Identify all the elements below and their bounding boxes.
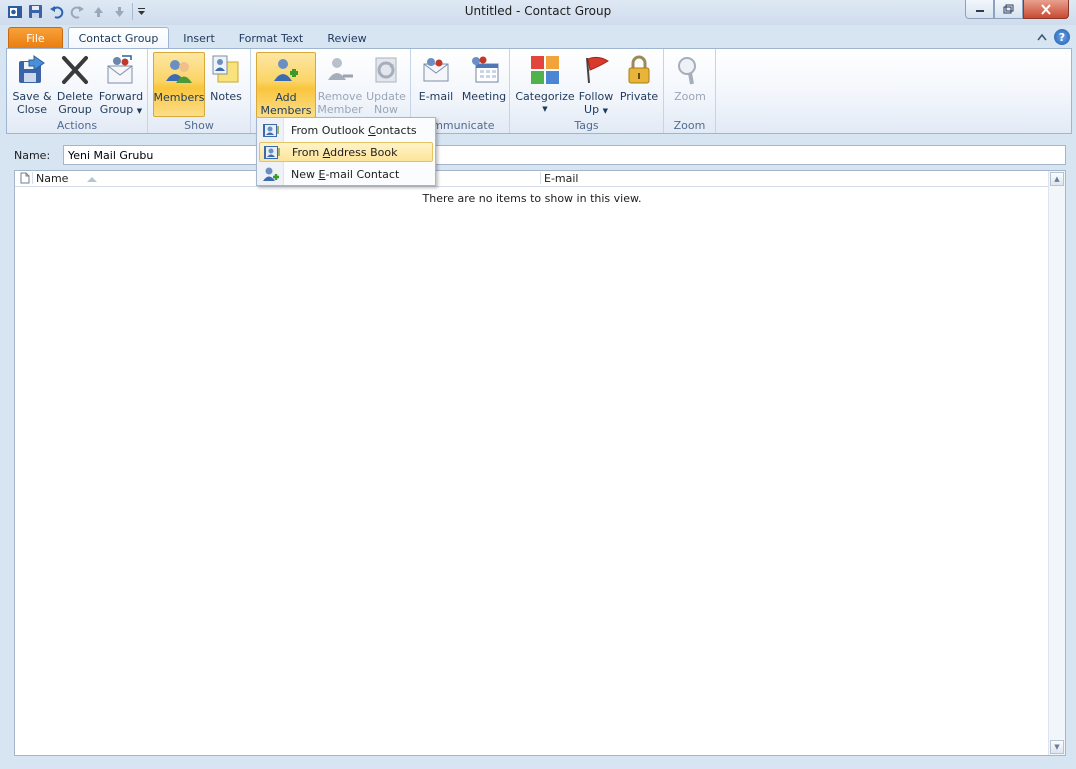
scroll-down-button[interactable]: ▼ — [1050, 740, 1064, 754]
zoom-icon — [674, 54, 706, 86]
flag-icon — [580, 54, 612, 86]
forward-group-button[interactable]: Forward Group ▼ — [97, 52, 145, 116]
save-close-label-2: Close — [17, 103, 47, 116]
tab-insert[interactable]: Insert — [176, 27, 222, 49]
member-list[interactable]: Name E-mail There are no items to show i… — [14, 170, 1066, 756]
minimize-ribbon-icon[interactable] — [1036, 31, 1048, 43]
menu-item-from-address-book[interactable]: From Address Book — [259, 142, 433, 162]
menu-label-new-email-contact: New E-mail Contact — [291, 167, 400, 181]
list-header: Name E-mail — [15, 171, 1049, 187]
tab-contact-group[interactable]: Contact Group — [68, 27, 169, 49]
address-book-icon — [262, 143, 282, 161]
save-close-icon — [16, 54, 48, 86]
save-close-button[interactable]: Save & Close — [11, 52, 53, 116]
name-label: Name: — [14, 149, 51, 162]
add-members-label-1: Add — [275, 91, 297, 104]
meeting-label: Meeting — [461, 90, 507, 103]
delete-icon — [59, 54, 91, 86]
update-now-label-2: Now — [374, 103, 398, 116]
save-close-label-1: Save & — [12, 90, 52, 103]
add-contact-icon — [261, 165, 281, 183]
group-label-show: Show — [184, 119, 214, 132]
members-label: Members — [153, 91, 205, 104]
follow-up-label-1: Follow — [578, 90, 614, 103]
meeting-icon — [468, 54, 500, 86]
categorize-dropdown-arrow: ▼ — [542, 105, 548, 113]
scroll-up-button[interactable]: ▲ — [1050, 172, 1064, 186]
notes-icon — [210, 54, 242, 86]
vertical-scrollbar[interactable]: ▲ ▼ — [1048, 171, 1065, 755]
delete-group-label-1: Delete — [56, 90, 94, 103]
categorize-label: Categorize — [515, 90, 575, 103]
menu-item-new-email-contact[interactable]: New E-mail Contact — [259, 164, 433, 184]
update-now-label-1: Update — [366, 90, 406, 103]
ribbon-tabs: File Contact Group Insert Format Text Re… — [0, 25, 1076, 49]
meeting-button[interactable]: Meeting — [460, 52, 508, 116]
notes-label: Notes — [210, 90, 242, 103]
tab-format-text[interactable]: Format Text — [233, 27, 309, 49]
forward-group-label-1: Forward — [98, 90, 144, 103]
group-actions: Save & Close Delete Group Forward Group … — [7, 49, 148, 133]
close-button[interactable] — [1023, 0, 1069, 19]
private-label: Private — [619, 90, 659, 103]
window-controls — [965, 0, 1069, 19]
column-header-icon[interactable] — [20, 172, 30, 184]
remove-member-label-1: Remove — [317, 90, 363, 103]
help-icon[interactable]: ? — [1054, 29, 1070, 45]
email-label: E-mail — [418, 90, 454, 103]
address-book-icon — [261, 121, 281, 139]
private-button[interactable]: Private — [617, 52, 661, 116]
categorize-button[interactable]: Categorize ▼ — [514, 52, 576, 116]
group-label-actions: Actions — [56, 119, 98, 132]
forward-group-icon — [105, 54, 137, 86]
column-name-label: Name — [36, 172, 69, 185]
column-email-label: E-mail — [544, 172, 579, 185]
add-members-menu: From Outlook Contacts From Address Book … — [256, 117, 436, 186]
zoom-button[interactable]: Zoom — [669, 52, 711, 116]
forward-group-label-2: Group ▼ — [99, 103, 143, 116]
add-members-button[interactable]: Add Members ▼ — [256, 52, 316, 129]
group-name-input[interactable]: Yeni Mail Grubu — [63, 145, 1066, 165]
tab-review[interactable]: Review — [320, 27, 374, 49]
follow-up-label-2: Up ▼ — [584, 103, 608, 116]
delete-group-label-2: Group — [58, 103, 92, 116]
menu-item-from-outlook-contacts[interactable]: From Outlook Contacts — [259, 120, 433, 140]
add-member-icon — [270, 55, 302, 87]
group-zoom: Zoom Zoom — [664, 49, 716, 133]
title-bar: Untitled - Contact Group — [0, 0, 1076, 25]
minimize-button[interactable] — [965, 0, 994, 19]
group-show: Members Notes Show — [148, 49, 251, 133]
restore-button[interactable] — [994, 0, 1023, 19]
empty-list-message: There are no items to show in this view. — [422, 192, 642, 205]
update-now-button[interactable]: Update Now — [364, 52, 408, 116]
menu-label-outlook-contacts: From Outlook Contacts — [291, 123, 417, 137]
menu-label-address-book: From Address Book — [292, 145, 398, 159]
email-button[interactable]: E-mail — [415, 52, 457, 116]
follow-up-button[interactable]: Follow Up ▼ — [576, 52, 616, 116]
ribbon: Save & Close Delete Group Forward Group … — [6, 48, 1072, 134]
lock-icon — [623, 54, 655, 86]
remove-member-icon — [324, 54, 356, 86]
sort-ascending-icon — [87, 176, 98, 182]
delete-group-button[interactable]: Delete Group — [54, 52, 96, 116]
column-header-email[interactable]: E-mail — [544, 172, 579, 185]
members-icon — [163, 55, 195, 87]
remove-member-label-2: Member — [317, 103, 363, 116]
tab-file[interactable]: File — [8, 27, 63, 49]
update-now-icon — [370, 54, 402, 86]
categorize-icon — [529, 54, 561, 86]
group-label-zoom: Zoom — [673, 119, 706, 132]
remove-member-button[interactable]: Remove Member — [317, 52, 363, 116]
members-button[interactable]: Members — [153, 52, 205, 117]
email-icon — [420, 54, 452, 86]
notes-button[interactable]: Notes — [205, 52, 247, 116]
group-label-tags: Tags — [574, 119, 599, 132]
window-title: Untitled - Contact Group — [464, 4, 612, 18]
zoom-label: Zoom — [674, 90, 706, 103]
group-tags: Categorize ▼ Follow Up ▼ Private Tags — [510, 49, 664, 133]
